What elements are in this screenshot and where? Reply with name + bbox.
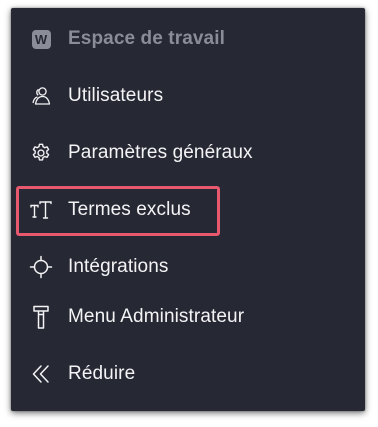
menu-item-integrations[interactable]: Intégrations (11, 245, 365, 289)
menu-item-reduire[interactable]: Réduire (11, 352, 365, 396)
menu-item-label: Menu Administrateur (68, 306, 245, 327)
menu-item-termes-exclus[interactable]: Termes exclus (11, 188, 365, 232)
menu-item-utilisateurs[interactable]: Utilisateurs (11, 74, 365, 118)
hammer-icon (29, 305, 53, 329)
menu-item-label: Paramètres généraux (68, 142, 253, 163)
admin-menu-panel: W Espace de travail Utilisateurs Paramèt… (11, 8, 365, 411)
double-chevron-left-icon (29, 362, 53, 386)
workspace-header-label: Espace de travail (68, 28, 225, 49)
users-icon (29, 84, 53, 108)
menu-item-label: Intégrations (68, 256, 169, 277)
menu-item-label: Termes exclus (68, 199, 191, 220)
menu-item-parametres-generaux[interactable]: Paramètres généraux (11, 131, 365, 175)
text-type-icon (29, 198, 53, 222)
crosshair-icon (29, 255, 53, 279)
workspace-header: W Espace de travail (11, 17, 365, 61)
menu-item-menu-administrateur[interactable]: Menu Administrateur (11, 295, 365, 339)
menu-item-label: Réduire (68, 363, 136, 384)
gear-icon (29, 141, 53, 165)
workspace-badge-icon: W (29, 27, 53, 51)
menu-item-label: Utilisateurs (68, 85, 164, 106)
